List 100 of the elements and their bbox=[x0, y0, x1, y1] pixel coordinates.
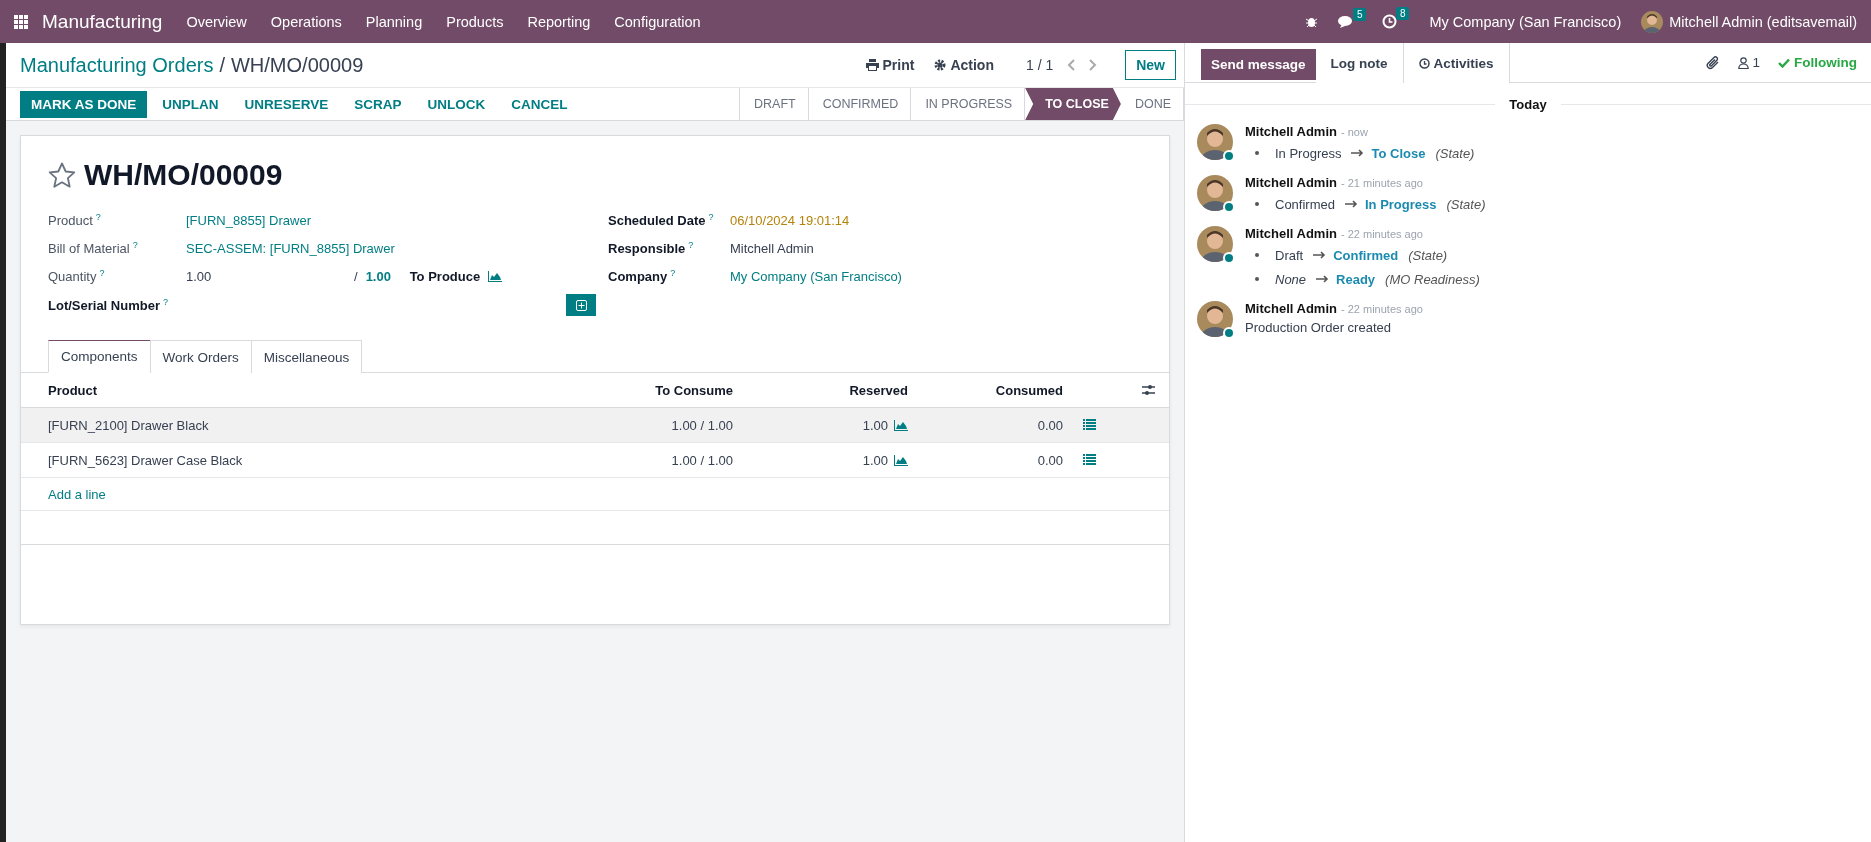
field-label: Lot/Serial Number $^{?}$ bbox=[48, 296, 169, 314]
action-button[interactable]: UNLOCK bbox=[416, 90, 497, 118]
column-header[interactable]: Product bbox=[48, 382, 508, 398]
field-value[interactable]: [FURN_8855] Drawer bbox=[186, 212, 311, 228]
column-header[interactable]: Reserved bbox=[733, 382, 908, 398]
message-time: - 22 minutes ago bbox=[1340, 228, 1423, 240]
field-value[interactable]: 06/10/2024 19:01:14 bbox=[730, 212, 850, 228]
table-cell-text: 1.00 / 1.00 bbox=[670, 452, 733, 468]
old-value: In Progress bbox=[1275, 145, 1342, 161]
field-name: (State) bbox=[1446, 196, 1486, 212]
menu-item[interactable]: Configuration bbox=[614, 13, 701, 30]
company-switcher[interactable]: My Company (San Francisco) bbox=[1429, 13, 1622, 30]
status-stage[interactable]: TO CLOSE bbox=[1025, 88, 1121, 120]
table-row[interactable]: [FURN_2100] Drawer Black 1.00 / 1.00 1.00 0.00 bbox=[21, 408, 1169, 443]
notebook-tab[interactable]: Work Orders bbox=[149, 340, 252, 373]
app-name[interactable]: Manufacturing bbox=[42, 10, 163, 33]
user-icon bbox=[1738, 56, 1750, 69]
new-value: Confirmed bbox=[1333, 247, 1399, 263]
action-button[interactable]: MARK AS DONE bbox=[20, 90, 148, 118]
message-time: - 21 minutes ago bbox=[1340, 177, 1423, 189]
action-button[interactable]: Action bbox=[934, 57, 994, 73]
message-author[interactable]: Mitchell Admin bbox=[1245, 226, 1337, 241]
online-status-dot bbox=[1223, 327, 1235, 339]
old-value: None bbox=[1275, 271, 1307, 287]
field-value[interactable]: My Company (San Francisco) bbox=[730, 268, 902, 284]
action-button[interactable]: SCRAP bbox=[343, 90, 413, 118]
gear-icon bbox=[934, 59, 947, 71]
area-chart-icon[interactable] bbox=[894, 454, 908, 466]
quantity-field[interactable]: 1.00 bbox=[186, 268, 354, 284]
add-line-link[interactable]: Add a line bbox=[48, 486, 106, 502]
field-name: (MO Readiness) bbox=[1385, 271, 1480, 287]
message-author[interactable]: Mitchell Admin bbox=[1245, 124, 1337, 139]
field-value[interactable]: SEC-ASSEM: [FURN_8855] Drawer bbox=[186, 240, 395, 256]
action-button[interactable]: UNRESERVE bbox=[233, 90, 340, 118]
menu-item[interactable]: Products bbox=[446, 13, 504, 30]
avatar bbox=[1197, 226, 1233, 262]
record-title: WH/MO/00009 bbox=[84, 158, 283, 192]
add-lot-button[interactable] bbox=[566, 294, 596, 316]
action-button[interactable]: CANCEL bbox=[500, 90, 579, 118]
message-body: Production Order created bbox=[1245, 320, 1392, 335]
paperclip-icon[interactable] bbox=[1706, 55, 1721, 70]
bug-icon[interactable] bbox=[1305, 15, 1319, 28]
menu-item[interactable]: Overview bbox=[186, 13, 247, 30]
clock-icon[interactable] bbox=[1382, 14, 1398, 29]
help-mark[interactable]: ? bbox=[132, 239, 138, 250]
arrow-icon bbox=[1316, 275, 1331, 283]
message-time: - 22 minutes ago bbox=[1340, 303, 1423, 315]
help-mark[interactable]: ? bbox=[95, 211, 101, 222]
field-name: (State) bbox=[1435, 145, 1475, 161]
breadcrumb-separator: / bbox=[219, 53, 225, 77]
message-author[interactable]: Mitchell Admin bbox=[1245, 175, 1337, 190]
list-icon[interactable] bbox=[1083, 418, 1096, 430]
field-label: Scheduled Date $^{?}$ bbox=[608, 211, 715, 229]
breadcrumb-link[interactable]: Manufacturing Orders bbox=[20, 53, 214, 77]
menu-item[interactable]: Operations bbox=[270, 13, 342, 30]
action-button[interactable]: UNPLAN bbox=[151, 90, 230, 118]
sliders-icon[interactable] bbox=[1142, 384, 1155, 396]
old-value: Draft bbox=[1275, 247, 1304, 263]
activities-button[interactable]: Activities bbox=[1402, 43, 1510, 83]
help-mark[interactable]: ? bbox=[688, 239, 694, 250]
chat-icon[interactable] bbox=[1338, 14, 1355, 29]
clock-icon bbox=[1418, 57, 1430, 69]
help-mark[interactable]: ? bbox=[162, 296, 168, 307]
area-chart-icon[interactable] bbox=[488, 270, 503, 282]
arrow-icon bbox=[1344, 200, 1359, 208]
message-author[interactable]: Mitchell Admin bbox=[1245, 301, 1337, 316]
table-cell-text: [FURN_5623] Drawer Case Black bbox=[48, 452, 244, 468]
pager-value[interactable]: 1 / 1 bbox=[1025, 57, 1054, 73]
help-mark[interactable]: ? bbox=[99, 267, 105, 278]
column-header[interactable]: To Consume bbox=[508, 382, 733, 398]
new-value: To Close bbox=[1371, 145, 1426, 161]
new-value: Ready bbox=[1336, 271, 1376, 287]
new-button[interactable]: New bbox=[1125, 50, 1176, 80]
avatar bbox=[1641, 10, 1664, 33]
star-icon[interactable] bbox=[48, 161, 76, 189]
area-chart-icon[interactable] bbox=[894, 419, 908, 431]
field-value[interactable]: Mitchell Admin bbox=[730, 240, 814, 256]
field-label: Quantity $^{?}$ bbox=[48, 267, 106, 285]
help-mark[interactable]: ? bbox=[708, 211, 714, 222]
help-mark[interactable]: ? bbox=[670, 267, 676, 278]
followers-button[interactable]: 1 bbox=[1738, 55, 1760, 70]
app-grid-icon[interactable] bbox=[14, 14, 28, 29]
menu-item[interactable]: Reporting bbox=[527, 13, 591, 30]
print-button[interactable]: Print bbox=[865, 57, 915, 73]
date-separator: Today bbox=[1508, 97, 1548, 112]
column-header[interactable]: Consumed bbox=[908, 382, 1083, 398]
field-label: Bill of Material $^{?}$ bbox=[48, 239, 139, 257]
user-menu[interactable]: Mitchell Admin (editsavemail) bbox=[1669, 13, 1857, 30]
online-status-dot bbox=[1223, 201, 1235, 213]
list-icon[interactable] bbox=[1083, 453, 1096, 465]
send-message-button[interactable]: Send message bbox=[1201, 49, 1316, 80]
field-label: Company $^{?}$ bbox=[608, 267, 677, 285]
table-row[interactable]: [FURN_5623] Drawer Case Black 1.00 / 1.00 1.00 0.00 bbox=[21, 443, 1169, 478]
menu-item[interactable]: Planning bbox=[365, 13, 423, 30]
notebook-tab[interactable]: Components bbox=[48, 340, 151, 373]
field-label: Responsible $^{?}$ bbox=[608, 239, 695, 257]
notebook-tab[interactable]: Miscellaneous bbox=[250, 340, 363, 373]
new-value: In Progress bbox=[1364, 196, 1437, 212]
avatar bbox=[1197, 175, 1233, 211]
online-status-dot bbox=[1223, 150, 1235, 162]
